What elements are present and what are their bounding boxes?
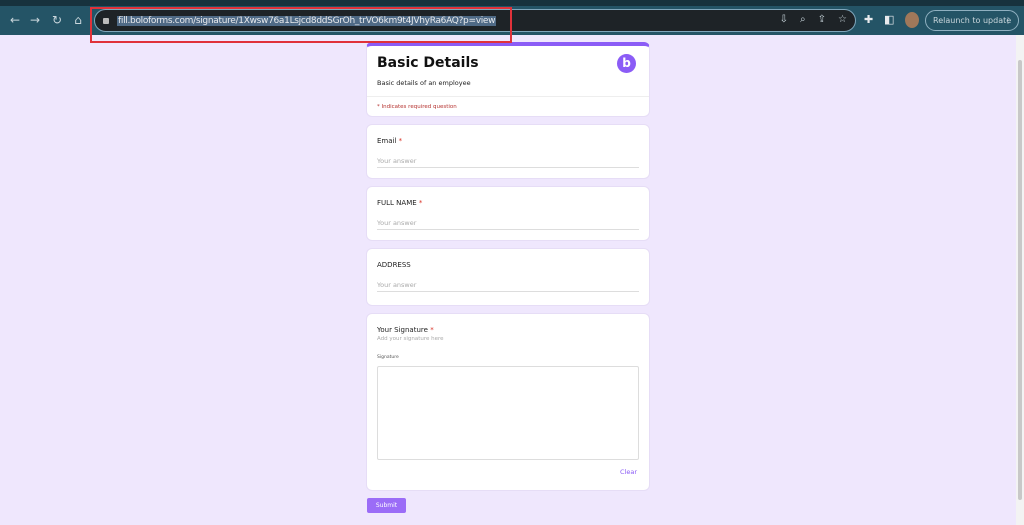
signature-pad-label: Signature [377, 355, 399, 360]
question-address: ADDRESS Your answer [366, 248, 650, 306]
question-label: FULL NAME [377, 199, 417, 207]
question-email: Email * Your answer [366, 124, 650, 179]
required-star: * [418, 199, 423, 207]
install-icon[interactable]: ⇩ [780, 14, 788, 25]
scrollbar-thumb[interactable] [1018, 60, 1022, 500]
required-note: * Indicates required question [377, 104, 457, 110]
question-full-name: FULL NAME * Your answer [366, 186, 650, 241]
question-label: ADDRESS [377, 261, 411, 269]
form-header-card: Basic Details Basic details of an employ… [366, 42, 650, 117]
address-input[interactable]: Your answer [377, 281, 639, 292]
forward-icon[interactable]: → [24, 13, 46, 27]
side-panel-icon[interactable]: ◧ [884, 13, 894, 26]
clear-signature-button[interactable]: Clear [620, 468, 637, 476]
divider [367, 96, 649, 97]
zoom-icon[interactable]: ⌕ [800, 14, 806, 25]
question-label: Email [377, 137, 397, 145]
question-label: Your Signature [377, 326, 428, 334]
relaunch-label: Relaunch to update [933, 16, 1012, 25]
relaunch-button[interactable]: Relaunch to update ⋮ [925, 10, 1019, 31]
required-star: * [430, 326, 434, 334]
extensions-icon[interactable]: ✚ [864, 13, 873, 26]
home-icon[interactable]: ⌂ [67, 13, 89, 27]
reload-icon[interactable]: ↻ [46, 13, 68, 27]
submit-button[interactable]: Submit [367, 498, 406, 513]
question-signature: Your Signature * Add your signature here… [366, 313, 650, 491]
form-title: Basic Details [377, 55, 479, 71]
annotation-highlight-box [90, 7, 512, 43]
more-menu-icon[interactable]: ⋮ [1004, 11, 1012, 30]
boloforms-logo: b [617, 54, 636, 73]
full-name-input[interactable]: Your answer [377, 219, 639, 230]
required-star: * [398, 137, 403, 145]
share-icon[interactable]: ⇪ [818, 14, 826, 25]
profile-avatar[interactable] [905, 12, 919, 28]
bookmark-star-icon[interactable]: ☆ [838, 14, 847, 25]
back-icon[interactable]: ← [4, 13, 26, 27]
form-description: Basic details of an employee [377, 79, 471, 87]
signature-hint: Add your signature here [377, 336, 444, 342]
email-input[interactable]: Your answer [377, 157, 639, 168]
signature-pad[interactable] [377, 366, 639, 460]
